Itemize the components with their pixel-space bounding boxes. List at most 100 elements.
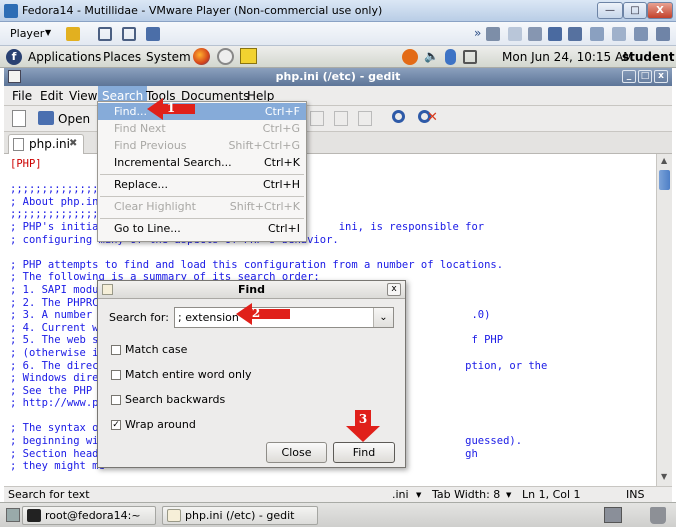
- open-icon[interactable]: [38, 111, 54, 125]
- status-message: Search for text: [8, 488, 90, 501]
- tab-close-icon[interactable]: ✖: [69, 138, 77, 149]
- search-menu-dropdown: Find... Ctrl+F Find Next Ctrl+G Find Previ…: [97, 101, 307, 242]
- close-dialog-button[interactable]: Close: [266, 442, 327, 463]
- search-history-dropdown-icon[interactable]: ⌄: [373, 308, 393, 327]
- find-button[interactable]: Find: [333, 442, 395, 463]
- mail-launcher-icon[interactable]: [217, 48, 234, 65]
- more-devices-icon[interactable]: »: [474, 26, 481, 40]
- workspace-switcher-icon[interactable]: [604, 507, 622, 523]
- taskbar-gedit[interactable]: php.ini (/etc) - gedit: [162, 506, 318, 525]
- filetype-chevron-icon[interactable]: ▼: [416, 491, 421, 499]
- filetype-selector[interactable]: .ini: [392, 488, 409, 501]
- tab-php-ini[interactable]: php.ini ✖: [8, 134, 84, 154]
- match-entire-word-checkbox[interactable]: [111, 370, 121, 380]
- gedit-close-button[interactable]: x: [654, 70, 668, 83]
- fullscreen-icon[interactable]: [122, 27, 136, 41]
- notes-launcher-icon[interactable]: [240, 48, 257, 64]
- menu-separator: [100, 174, 304, 175]
- player-menu[interactable]: Player: [10, 27, 44, 40]
- maximize-button[interactable]: □: [623, 2, 647, 19]
- wrap-around-label[interactable]: Wrap around: [125, 418, 196, 431]
- pause-icon[interactable]: [66, 27, 80, 41]
- gedit-titlebar: php.ini (/etc) - gedit _ □ x: [4, 68, 672, 86]
- firefox-launcher-icon[interactable]: [193, 48, 210, 65]
- tab-width-selector[interactable]: Tab Width: 8: [432, 488, 500, 501]
- unity-icon[interactable]: [146, 27, 160, 41]
- step-1-badge: 1: [166, 101, 176, 115]
- find-dialog-title: Find: [238, 283, 265, 296]
- show-desktop-icon[interactable]: [6, 508, 20, 522]
- gedit-maximize-button[interactable]: □: [638, 70, 652, 83]
- sound-icon[interactable]: [590, 27, 604, 41]
- vmware-app-icon: [4, 4, 18, 18]
- fedora-logo-icon: f: [6, 49, 22, 65]
- chevron-down-icon[interactable]: ▼: [45, 28, 51, 37]
- scroll-thumb[interactable]: [659, 170, 670, 190]
- display-icon[interactable]: [612, 27, 626, 41]
- gedit-taskbar-icon: [167, 509, 181, 522]
- menu-item-go-to-line[interactable]: Go to Line... Ctrl+I: [98, 220, 306, 237]
- system-menu[interactable]: System: [146, 50, 191, 64]
- updates-icon[interactable]: [402, 49, 418, 65]
- usb-icon[interactable]: [568, 27, 582, 41]
- find-dialog-titlebar[interactable]: Find x: [98, 281, 405, 299]
- scroll-down-icon[interactable]: ▼: [661, 472, 667, 481]
- copy-icon[interactable]: [334, 111, 348, 126]
- paste-icon[interactable]: [358, 111, 372, 126]
- step-2-badge: 2: [251, 306, 261, 320]
- vmware-window-title: Fedora14 - Mutillidae - VMware Player (N…: [22, 4, 383, 17]
- document-icon: [13, 138, 24, 151]
- clock[interactable]: Mon Jun 24, 10:15 AM: [502, 50, 634, 64]
- menu-file[interactable]: File: [8, 86, 36, 106]
- user-menu[interactable]: student: [622, 50, 674, 64]
- search-for-value: ; extension: [178, 311, 239, 324]
- volume-icon[interactable]: 🔈: [424, 49, 439, 63]
- printer-icon[interactable]: [486, 27, 500, 41]
- find-dialog-close-icon[interactable]: x: [387, 283, 401, 296]
- find-icon[interactable]: [392, 110, 405, 123]
- taskbar: root@fedora14:~ php.ini (/etc) - gedit: [0, 502, 676, 527]
- gnome-top-panel: f Applications Places System 🔈 Mon Jun 2…: [0, 46, 676, 68]
- replace-mark-icon: ✕: [427, 110, 438, 125]
- search-backwards-label[interactable]: Search backwards: [125, 393, 225, 406]
- search-backwards-checkbox[interactable]: [111, 395, 121, 405]
- close-button[interactable]: X: [647, 2, 673, 19]
- message-icon[interactable]: [634, 27, 648, 41]
- step-1-callout: 1: [147, 98, 195, 120]
- tab-label: php.ini: [29, 137, 70, 151]
- minimize-button[interactable]: —: [597, 2, 623, 19]
- help-icon[interactable]: [656, 27, 670, 41]
- network-status-icon[interactable]: [463, 50, 477, 64]
- wrap-around-checkbox[interactable]: ✓: [111, 420, 121, 430]
- taskbar-terminal[interactable]: root@fedora14:~: [22, 506, 156, 525]
- match-entire-word-label[interactable]: Match entire word only: [125, 368, 252, 381]
- new-document-icon[interactable]: [12, 110, 26, 127]
- menu-edit[interactable]: Edit: [36, 86, 67, 106]
- bluetooth-icon[interactable]: [445, 49, 456, 65]
- editor-line: ; PHP attempts to find and load this con…: [10, 258, 504, 271]
- match-case-label[interactable]: Match case: [125, 343, 187, 356]
- cursor-position: Ln 1, Col 1: [522, 488, 581, 501]
- gedit-window-title: php.ini (/etc) - gedit: [275, 70, 401, 83]
- match-case-checkbox[interactable]: [111, 345, 121, 355]
- scroll-up-icon[interactable]: ▲: [661, 156, 667, 165]
- menu-item-incremental-search[interactable]: Incremental Search... Ctrl+K: [98, 154, 306, 171]
- gedit-minimize-button[interactable]: _: [622, 70, 636, 83]
- menu-view[interactable]: View: [65, 86, 101, 106]
- open-button[interactable]: Open: [58, 112, 90, 126]
- nic-icon[interactable]: [548, 27, 562, 41]
- arrow-left-icon: [236, 303, 290, 325]
- menu-item-replace[interactable]: Replace... Ctrl+H: [98, 176, 306, 193]
- statusbar: Search for text .ini ▼ Tab Width: 8 ▼ Ln…: [4, 486, 672, 502]
- network-icon[interactable]: [98, 27, 112, 41]
- floppy-icon[interactable]: [528, 27, 542, 41]
- cd-icon[interactable]: [508, 27, 522, 41]
- tab-width-chevron-icon[interactable]: ▼: [506, 491, 511, 499]
- places-menu[interactable]: Places: [103, 50, 141, 64]
- vertical-scrollbar[interactable]: ▲ ▼: [656, 154, 672, 486]
- cut-icon[interactable]: [310, 111, 324, 126]
- trash-icon[interactable]: [650, 507, 666, 524]
- applications-menu[interactable]: Applications: [28, 50, 101, 64]
- menu-item-find[interactable]: Find... Ctrl+F: [98, 103, 306, 120]
